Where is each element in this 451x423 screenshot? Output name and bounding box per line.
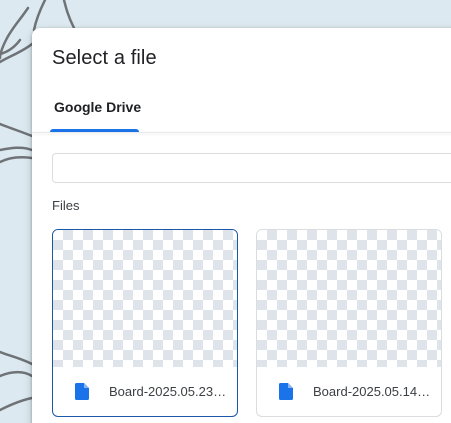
file-meta: Board-2025.05.14-...: [257, 367, 441, 416]
files-section-label: Files: [52, 198, 80, 213]
file-thumbnail: [53, 230, 237, 367]
file-card[interactable]: Board-2025.05.23-...: [52, 229, 238, 417]
tab-google-drive[interactable]: Google Drive: [48, 90, 147, 132]
search-input[interactable]: [52, 153, 451, 183]
file-thumbnail: [257, 230, 441, 367]
file-name: Board-2025.05.14-...: [313, 384, 431, 399]
select-file-dialog: Select a file Google Drive Files Board-2…: [32, 28, 451, 423]
doc-icon: [75, 383, 89, 400]
dialog-title: Select a file: [52, 47, 157, 69]
file-meta: Board-2025.05.23-...: [53, 367, 237, 416]
file-card[interactable]: Board-2025.05.14-...: [256, 229, 442, 417]
tab-divider: [32, 132, 451, 133]
file-name: Board-2025.05.23-...: [109, 384, 227, 399]
doc-icon: [279, 383, 293, 400]
